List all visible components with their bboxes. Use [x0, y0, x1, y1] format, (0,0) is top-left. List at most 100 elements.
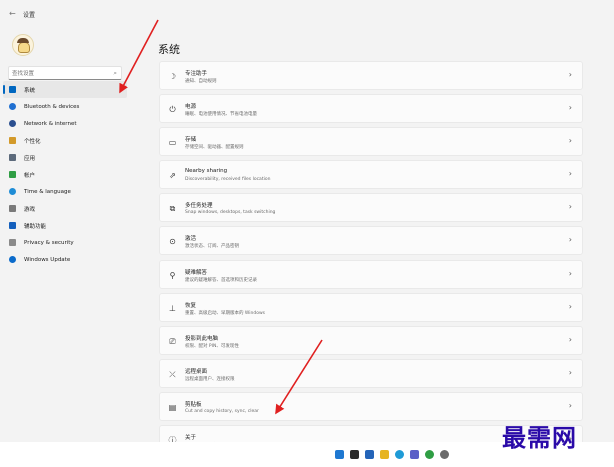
sidebar-nav: 系统 Bluetooth & devices Network & internet 个… [0, 81, 150, 268]
sidebar-item[interactable]: Bluetooth & devices [3, 98, 127, 115]
power-icon: ⏻ [169, 105, 176, 115]
search-icon[interactable]: ⌕ [113, 69, 117, 78]
settings-card[interactable]: ⚲ 疑难解答 建议的疑难解答、首选项和历史记录 › [159, 259, 583, 289]
settings-card[interactable]: ▤ 剪贴板 Cut and copy history, sync, clear › [159, 391, 583, 421]
sidebar-item[interactable]: 个性化 [3, 132, 127, 149]
card-subtitle: 远程桌面用户、连接权限 [185, 376, 235, 382]
storage-icon: ▭ [168, 138, 177, 148]
settings-card[interactable]: ▭ 存储 存储空间、驱动器、配置规则 › [159, 127, 583, 157]
card-subtitle: 激活状态、订阅、产品密钥 [185, 244, 239, 250]
recovery-icon: ⊥ [169, 303, 176, 313]
sidebar-item-label: Privacy & security [24, 239, 74, 246]
sidebar-item[interactable]: 游戏 [3, 200, 127, 217]
taskbar-icons [335, 448, 449, 461]
sidebar-item-label: 系统 [24, 87, 36, 94]
page-title: 系统 [158, 43, 180, 56]
card-subtitle: 建议的疑难解答、首选项和历史记录 [185, 277, 257, 283]
settings-icon[interactable] [440, 450, 449, 459]
sidebar-item[interactable]: 辅助功能 [3, 217, 127, 234]
card-subtitle: 存储空间、驱动器、配置规则 [185, 145, 244, 151]
chevron-right-icon: › [568, 400, 572, 410]
check-circle-icon: ⊙ [169, 237, 176, 247]
chevron-right-icon: › [568, 301, 572, 311]
avatar[interactable] [12, 34, 34, 56]
chevron-right-icon: › [568, 169, 572, 179]
card-title: 多任务处理 [185, 203, 213, 210]
settings-card[interactable]: ⧉ 多任务处理 Snap windows, desktops, task switc… [159, 193, 583, 223]
chrome-icon[interactable] [425, 450, 434, 459]
system-icon [9, 86, 16, 93]
shield-icon [9, 239, 16, 246]
sidebar-item[interactable]: Time & language [3, 183, 127, 200]
card-title: Nearby sharing [185, 168, 228, 175]
card-title: 恢复 [185, 302, 197, 309]
sidebar-item-label: Network & internet [24, 120, 77, 127]
chevron-right-icon: › [568, 334, 572, 344]
settings-card[interactable]: ⎚ 投影到此电脑 权限、配对 PIN、可发现性 › [159, 325, 583, 355]
card-title: 存储 [185, 137, 197, 144]
projection-icon: ⎚ [169, 336, 176, 346]
chevron-right-icon: › [568, 367, 572, 377]
search-box[interactable]: ⌕ [8, 66, 122, 80]
settings-card[interactable]: ☽ 专注助手通知、自动规则 › [159, 61, 583, 90]
chevron-right-icon: › [568, 103, 572, 113]
multitask-icon: ⧉ [169, 204, 176, 214]
sidebar-item-label: 应用 [24, 155, 36, 162]
sidebar-item[interactable]: 系统 [3, 81, 127, 98]
app-title: 设置 [23, 12, 36, 19]
settings-card[interactable]: ⊙ 激活 激活状态、订阅、产品密钥 › [159, 226, 583, 256]
chevron-right-icon: › [568, 70, 572, 79]
search-icon[interactable] [350, 450, 359, 459]
chevron-right-icon: › [568, 235, 572, 245]
card-title: 电源 [185, 104, 197, 111]
title-bar: ← 设置 [0, 0, 614, 28]
card-title: 专注助手 [185, 71, 208, 77]
store-icon[interactable] [410, 450, 419, 459]
chevron-right-icon: › [568, 202, 572, 212]
card-title: 关于 [185, 435, 197, 442]
sidebar-item-label: 辅助功能 [24, 223, 47, 230]
sidebar-item[interactable]: 应用 [3, 149, 127, 166]
bluetooth-icon [9, 103, 16, 110]
sidebar-item-label: 个性化 [24, 138, 41, 145]
settings-list: ☽ 专注助手 通知、自动规则 › ⏻ 电源 睡眠、电池使用情况、节省电池电量 › ▭ 存储 存储空间… [159, 61, 583, 458]
search-input[interactable] [12, 68, 108, 79]
gamepad-icon [9, 205, 16, 212]
card-subtitle: 通知、自动规则 [185, 79, 217, 84]
remote-icon: ⤫ [169, 369, 176, 379]
chevron-right-icon: › [568, 268, 572, 278]
card-subtitle: 重置、高级启动、早期版本的 Windows [185, 310, 266, 316]
back-arrow-icon[interactable]: ← [9, 9, 16, 18]
globe-icon [9, 188, 16, 195]
sidebar: ⌕ 系统 Bluetooth & devices Network & interne… [0, 28, 150, 442]
brush-icon [9, 137, 16, 144]
card-subtitle: Snap windows, desktops, task switching [185, 210, 276, 216]
moon-icon: ☽ [168, 72, 177, 81]
card-subtitle: Discoverability, received files location [185, 177, 271, 183]
sidebar-item-label: 游戏 [24, 206, 36, 213]
start-icon[interactable] [335, 450, 344, 459]
card-title: 投影到此电脑 [185, 335, 219, 342]
sidebar-item[interactable]: Windows Update [3, 251, 127, 268]
clipboard-icon: ▤ [168, 402, 177, 412]
sidebar-item[interactable]: 帐户 [3, 166, 127, 183]
watermark-logo: 最需网 [502, 423, 577, 452]
file-explorer-icon[interactable] [380, 450, 389, 459]
settings-card[interactable]: ⤫ 远程桌面 远程桌面用户、连接权限 › [159, 358, 583, 388]
settings-card[interactable]: ⊥ 恢复 重置、高级启动、早期版本的 Windows › [159, 292, 583, 322]
share-icon: ⇗ [169, 171, 176, 181]
apps-icon [9, 154, 16, 161]
sidebar-item[interactable]: Privacy & security [3, 234, 127, 251]
task-view-icon[interactable] [365, 450, 374, 459]
settings-card[interactable]: ⏻ 电源 睡眠、电池使用情况、节省电池电量 › [159, 94, 583, 124]
card-title: 远程桌面 [185, 368, 208, 375]
card-subtitle: Cut and copy history, sync, clear [185, 408, 259, 414]
sidebar-item-label: Time & language [24, 188, 71, 195]
settings-card[interactable]: ⇗ Nearby sharing Discoverability, received… [159, 160, 583, 190]
settings-window: ← 设置 ⌕ 系统 Bluetooth & devices Network & in… [0, 0, 614, 455]
accessibility-icon [9, 222, 16, 229]
sidebar-item[interactable]: Network & internet [3, 115, 127, 132]
card-title: 剪贴板 [185, 401, 202, 408]
edge-icon[interactable] [395, 450, 404, 459]
sidebar-item-label: Windows Update [24, 256, 71, 263]
